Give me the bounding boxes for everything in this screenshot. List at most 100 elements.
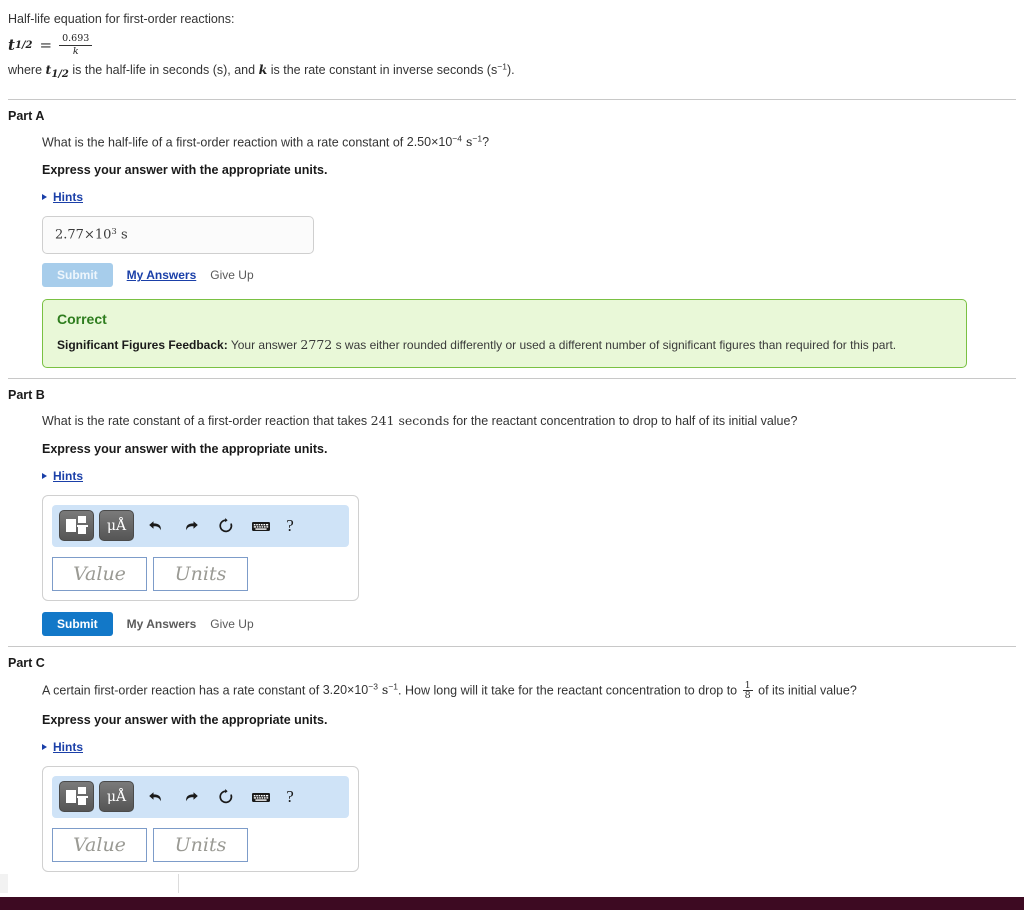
part-a-feedback-body: Significant Figures Feedback: Your answe… <box>57 337 952 354</box>
help-icon[interactable]: ? <box>279 516 301 536</box>
where-exponent: −1 <box>497 61 507 72</box>
redo-icon[interactable] <box>178 784 204 810</box>
part-c-title: Part C <box>8 655 45 670</box>
part-a-rate-unit: s <box>462 134 473 150</box>
part-b-units-placeholder: Units <box>174 562 227 585</box>
part-c-section: Part C A certain first-order reaction ha… <box>8 656 1016 872</box>
part-c-hints-row[interactable]: Hints <box>42 740 1016 754</box>
part-a-submit-row: Submit My Answers Give Up <box>42 263 1016 288</box>
part-b-widget-fields: Value Units <box>52 556 349 591</box>
intro-block: Half-life equation for first-order react… <box>8 8 1016 89</box>
part-a-my-answers-link[interactable]: My Answers <box>127 268 197 282</box>
part-c-value-input[interactable]: Value <box>52 827 147 862</box>
part-b-submit-row: Submit My Answers Give Up <box>42 611 1016 636</box>
part-b-value-input[interactable]: Value <box>52 556 147 591</box>
reset-icon[interactable] <box>213 513 239 539</box>
part-c-instruction: Express your answer with the appropriate… <box>42 712 328 727</box>
part-a-question-post: ? <box>482 135 490 150</box>
part-c-value-placeholder: Value <box>73 833 126 856</box>
template-icon[interactable] <box>59 781 94 813</box>
part-a-feedback-panel: Correct Significant Figures Feedback: Yo… <box>42 299 967 368</box>
undo-icon[interactable] <box>143 513 169 539</box>
divider-part-c <box>8 645 1016 647</box>
part-c-question-mid: . How long will it take for the reactant… <box>398 682 741 697</box>
where-tail-text: is the rate constant in inverse seconds … <box>267 63 498 78</box>
part-b-hints-row[interactable]: Hints <box>42 469 1016 483</box>
part-c-units-input[interactable]: Units <box>153 827 248 862</box>
equation-lhs-variable: t <box>8 35 15 54</box>
where-end-text: ). <box>506 63 515 78</box>
part-b-question-value: 241 seconds <box>370 412 450 428</box>
part-b-units-input[interactable]: Units <box>153 556 248 591</box>
template-icon[interactable] <box>59 510 94 542</box>
equation-denominator: k <box>59 44 93 57</box>
part-a-feedback-text-post: s was either rounded differently or used… <box>332 338 897 353</box>
part-a-feedback-value: 2772 <box>300 337 333 353</box>
equation-numerator: 0.693 <box>62 33 90 45</box>
units-palette-label: μÅ <box>106 517 127 534</box>
where-variable-t-subscript: 1/2 <box>51 69 69 81</box>
help-icon[interactable]: ? <box>279 787 301 807</box>
part-a-give-up-link[interactable]: Give Up <box>210 268 253 282</box>
part-a-instruction: Express your answer with the appropriate… <box>42 163 328 178</box>
part-a-title: Part A <box>8 108 45 123</box>
units-palette-label: μÅ <box>106 788 127 805</box>
part-a-rate-coefficient: 2.50×10 <box>406 135 453 150</box>
part-a-rate-unit-exponent: −1 <box>472 133 483 144</box>
part-a-hints-link[interactable]: Hints <box>53 190 83 204</box>
keyboard-icon[interactable] <box>248 513 274 539</box>
part-b-value-placeholder: Value <box>73 562 126 585</box>
part-a-feedback-label: Significant Figures Feedback: <box>57 338 228 353</box>
equation-fraction: 0.693 k <box>59 33 93 57</box>
equation-lhs-subscript: 1/2 <box>14 39 33 51</box>
part-c-rate-unit-exponent: −1 <box>388 681 399 692</box>
where-variable-k: k <box>258 62 268 78</box>
part-b-title: Part B <box>8 387 45 402</box>
part-a-answer-units: s <box>116 228 128 244</box>
where-middle-text: is the half-life in seconds (s), and <box>68 63 259 78</box>
redo-icon[interactable] <box>178 513 204 539</box>
part-c-fraction: 18 <box>742 681 753 701</box>
where-prefix: where <box>8 63 46 78</box>
part-c-units-placeholder: Units <box>174 833 227 856</box>
part-a-question: What is the half-life of a first-order r… <box>42 134 1016 152</box>
units-palette-icon[interactable]: μÅ <box>99 781 134 813</box>
units-palette-icon[interactable]: μÅ <box>99 510 134 542</box>
part-c-rate-coefficient: 3.20×10 <box>322 682 369 697</box>
part-a-feedback-text-pre: Your answer <box>227 338 301 353</box>
page-container: Half-life equation for first-order react… <box>0 0 1024 872</box>
half-life-equation: t 1/2 = 0.693 k <box>8 32 1016 58</box>
part-b-widget-toolbar: μÅ ? <box>52 504 349 547</box>
intro-where-line: where t1/2 is the half-life in seconds (… <box>8 60 1016 82</box>
part-a-section: Part A What is the half-life of a first-… <box>8 109 1016 368</box>
part-b-give-up-link[interactable]: Give Up <box>210 617 253 631</box>
part-c-widget-fields: Value Units <box>52 827 349 862</box>
part-a-answer-box[interactable]: 2.77×103 s <box>42 216 314 255</box>
part-a-answer-coefficient: 2.77×10 <box>55 228 112 244</box>
part-b-body: What is the rate constant of a first-ord… <box>8 413 1016 636</box>
part-c-answer-widget: μÅ ? Value Units <box>42 765 359 872</box>
part-c-rate-unit: s <box>377 681 389 697</box>
chevron-right-icon <box>42 472 47 479</box>
part-c-rate-exponent: −3 <box>368 681 378 692</box>
part-c-hints-link[interactable]: Hints <box>53 740 83 754</box>
part-b-submit-button[interactable]: Submit <box>42 611 113 636</box>
keyboard-icon[interactable] <box>248 784 274 810</box>
content-right-rule <box>178 874 179 893</box>
part-a-question-pre: What is the half-life of a first-order r… <box>42 135 407 150</box>
part-c-widget-toolbar: μÅ ? <box>52 775 349 818</box>
reset-icon[interactable] <box>213 784 239 810</box>
part-b-question-post: for the reactant concentration to drop t… <box>449 413 798 428</box>
chevron-right-icon <box>42 743 47 750</box>
part-b-hints-link[interactable]: Hints <box>53 469 83 483</box>
left-gutter <box>0 874 8 893</box>
part-c-question: A certain first-order reaction has a rat… <box>42 681 1016 701</box>
part-b-my-answers-link[interactable]: My Answers <box>127 617 197 631</box>
part-b-answer-widget: μÅ ? Value Units <box>42 494 359 601</box>
part-a-answer-value: 2.77×103 s <box>55 227 128 243</box>
part-a-submit-button[interactable]: Submit <box>42 263 113 288</box>
part-a-hints-row[interactable]: Hints <box>42 190 1016 204</box>
undo-icon[interactable] <box>143 784 169 810</box>
part-b-question: What is the rate constant of a first-ord… <box>42 413 1016 430</box>
part-c-body: A certain first-order reaction has a rat… <box>8 681 1016 872</box>
